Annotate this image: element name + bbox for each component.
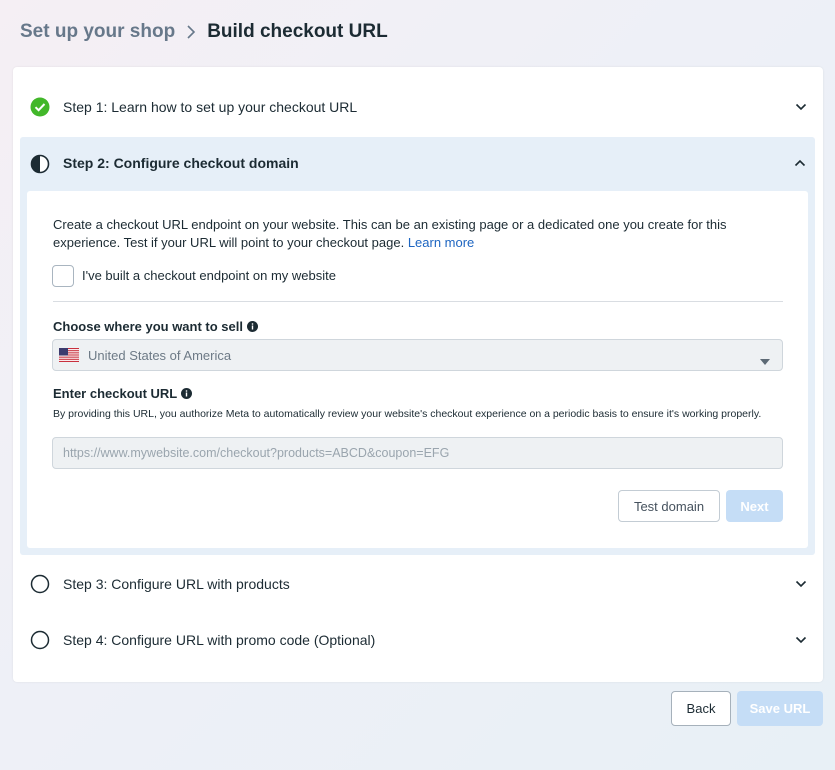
- setup-steps-card: Step 1: Learn how to set up your checkou…: [13, 67, 823, 682]
- country-select-value: United States of America: [88, 348, 232, 363]
- half-circle-icon: [30, 154, 50, 174]
- check-circle-icon: [30, 97, 50, 117]
- save-url-button[interactable]: Save URL: [737, 691, 823, 726]
- description-text: Create a checkout URL endpoint on your w…: [53, 217, 727, 250]
- step-2-description: Create a checkout URL endpoint on your w…: [53, 216, 793, 252]
- checkout-url-input[interactable]: [52, 437, 783, 469]
- step-2-label: Step 2: Configure checkout domain: [63, 155, 299, 171]
- endpoint-built-checkbox-label[interactable]: I've built a checkout endpoint on my web…: [82, 268, 336, 283]
- chevron-down-icon[interactable]: [795, 578, 807, 590]
- page-title: Build checkout URL: [207, 21, 388, 42]
- info-icon[interactable]: [181, 388, 193, 399]
- divider: [53, 301, 783, 302]
- checkout-url-label-text: Enter checkout URL: [53, 386, 178, 401]
- checkout-url-help-text: By providing this URL, you authorize Met…: [53, 408, 762, 420]
- chevron-down-icon[interactable]: [795, 634, 807, 646]
- test-domain-button[interactable]: Test domain: [618, 490, 720, 522]
- empty-circle-icon: [30, 630, 50, 650]
- back-button[interactable]: Back: [671, 691, 731, 726]
- empty-circle-icon: [30, 574, 50, 594]
- step-4-label: Step 4: Configure URL with promo code (O…: [63, 632, 376, 648]
- endpoint-built-checkbox[interactable]: [52, 265, 74, 287]
- step-2-content: Create a checkout URL endpoint on your w…: [27, 191, 808, 548]
- step-3-header[interactable]: Step 3: Configure URL with products: [13, 556, 823, 612]
- country-select[interactable]: United States of America: [52, 339, 783, 371]
- chevron-right-icon: [186, 25, 196, 39]
- sell-location-label-text: Choose where you want to sell: [53, 319, 243, 334]
- step-1-header[interactable]: Step 1: Learn how to set up your checkou…: [13, 79, 823, 135]
- us-flag-icon: [59, 348, 79, 362]
- step-2-panel: Step 2: Configure checkout domain Create…: [20, 137, 815, 555]
- next-button[interactable]: Next: [726, 490, 783, 522]
- chevron-up-icon[interactable]: [794, 157, 806, 169]
- caret-down-icon: [760, 352, 770, 370]
- sell-location-label: Choose where you want to sell: [53, 319, 258, 334]
- breadcrumb: Set up your shop Build checkout URL: [20, 19, 388, 45]
- chevron-down-icon[interactable]: [795, 101, 807, 113]
- checkout-url-label: Enter checkout URL: [53, 386, 193, 401]
- step-3-label: Step 3: Configure URL with products: [63, 576, 290, 592]
- step-1-label: Step 1: Learn how to set up your checkou…: [63, 99, 358, 115]
- learn-more-link[interactable]: Learn more: [408, 235, 474, 250]
- breadcrumb-parent-link[interactable]: Set up your shop: [20, 21, 175, 43]
- step-2-header[interactable]: Step 2: Configure checkout domain: [20, 137, 815, 191]
- info-icon[interactable]: [246, 321, 258, 332]
- step-4-header[interactable]: Step 4: Configure URL with promo code (O…: [13, 612, 823, 668]
